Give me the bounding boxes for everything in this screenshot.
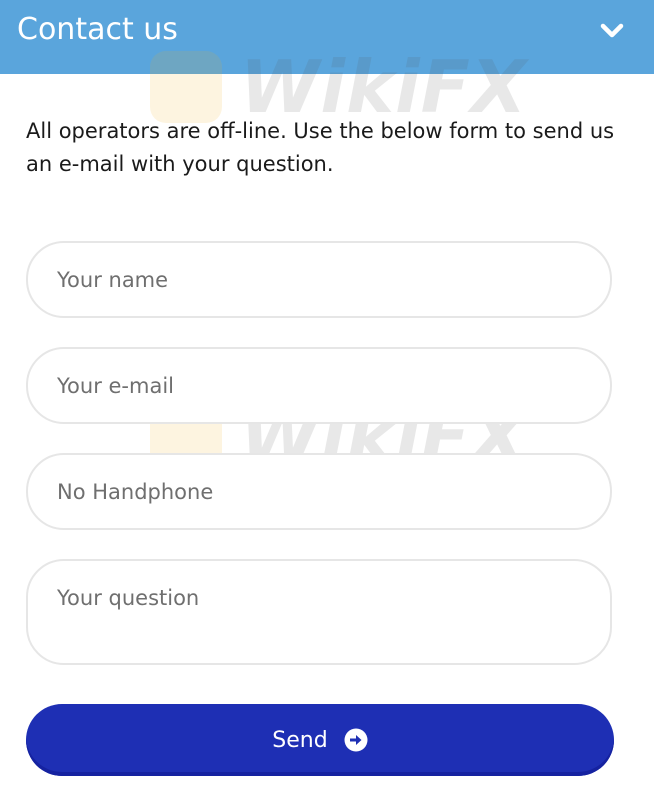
- email-input[interactable]: [26, 347, 612, 424]
- send-button-label: Send: [272, 727, 328, 753]
- name-input[interactable]: [26, 241, 612, 318]
- collapse-toggle[interactable]: [592, 14, 632, 48]
- arrow-right-circle-icon: [344, 728, 368, 752]
- phone-input[interactable]: [26, 453, 612, 530]
- chevron-down-icon: [600, 23, 624, 38]
- send-button[interactable]: Send: [26, 704, 614, 776]
- contact-header[interactable]: Contact us: [0, 0, 654, 74]
- offline-message: All operators are off-line. Use the belo…: [26, 119, 615, 176]
- question-textarea[interactable]: [26, 559, 612, 665]
- header-title: Contact us: [17, 12, 178, 47]
